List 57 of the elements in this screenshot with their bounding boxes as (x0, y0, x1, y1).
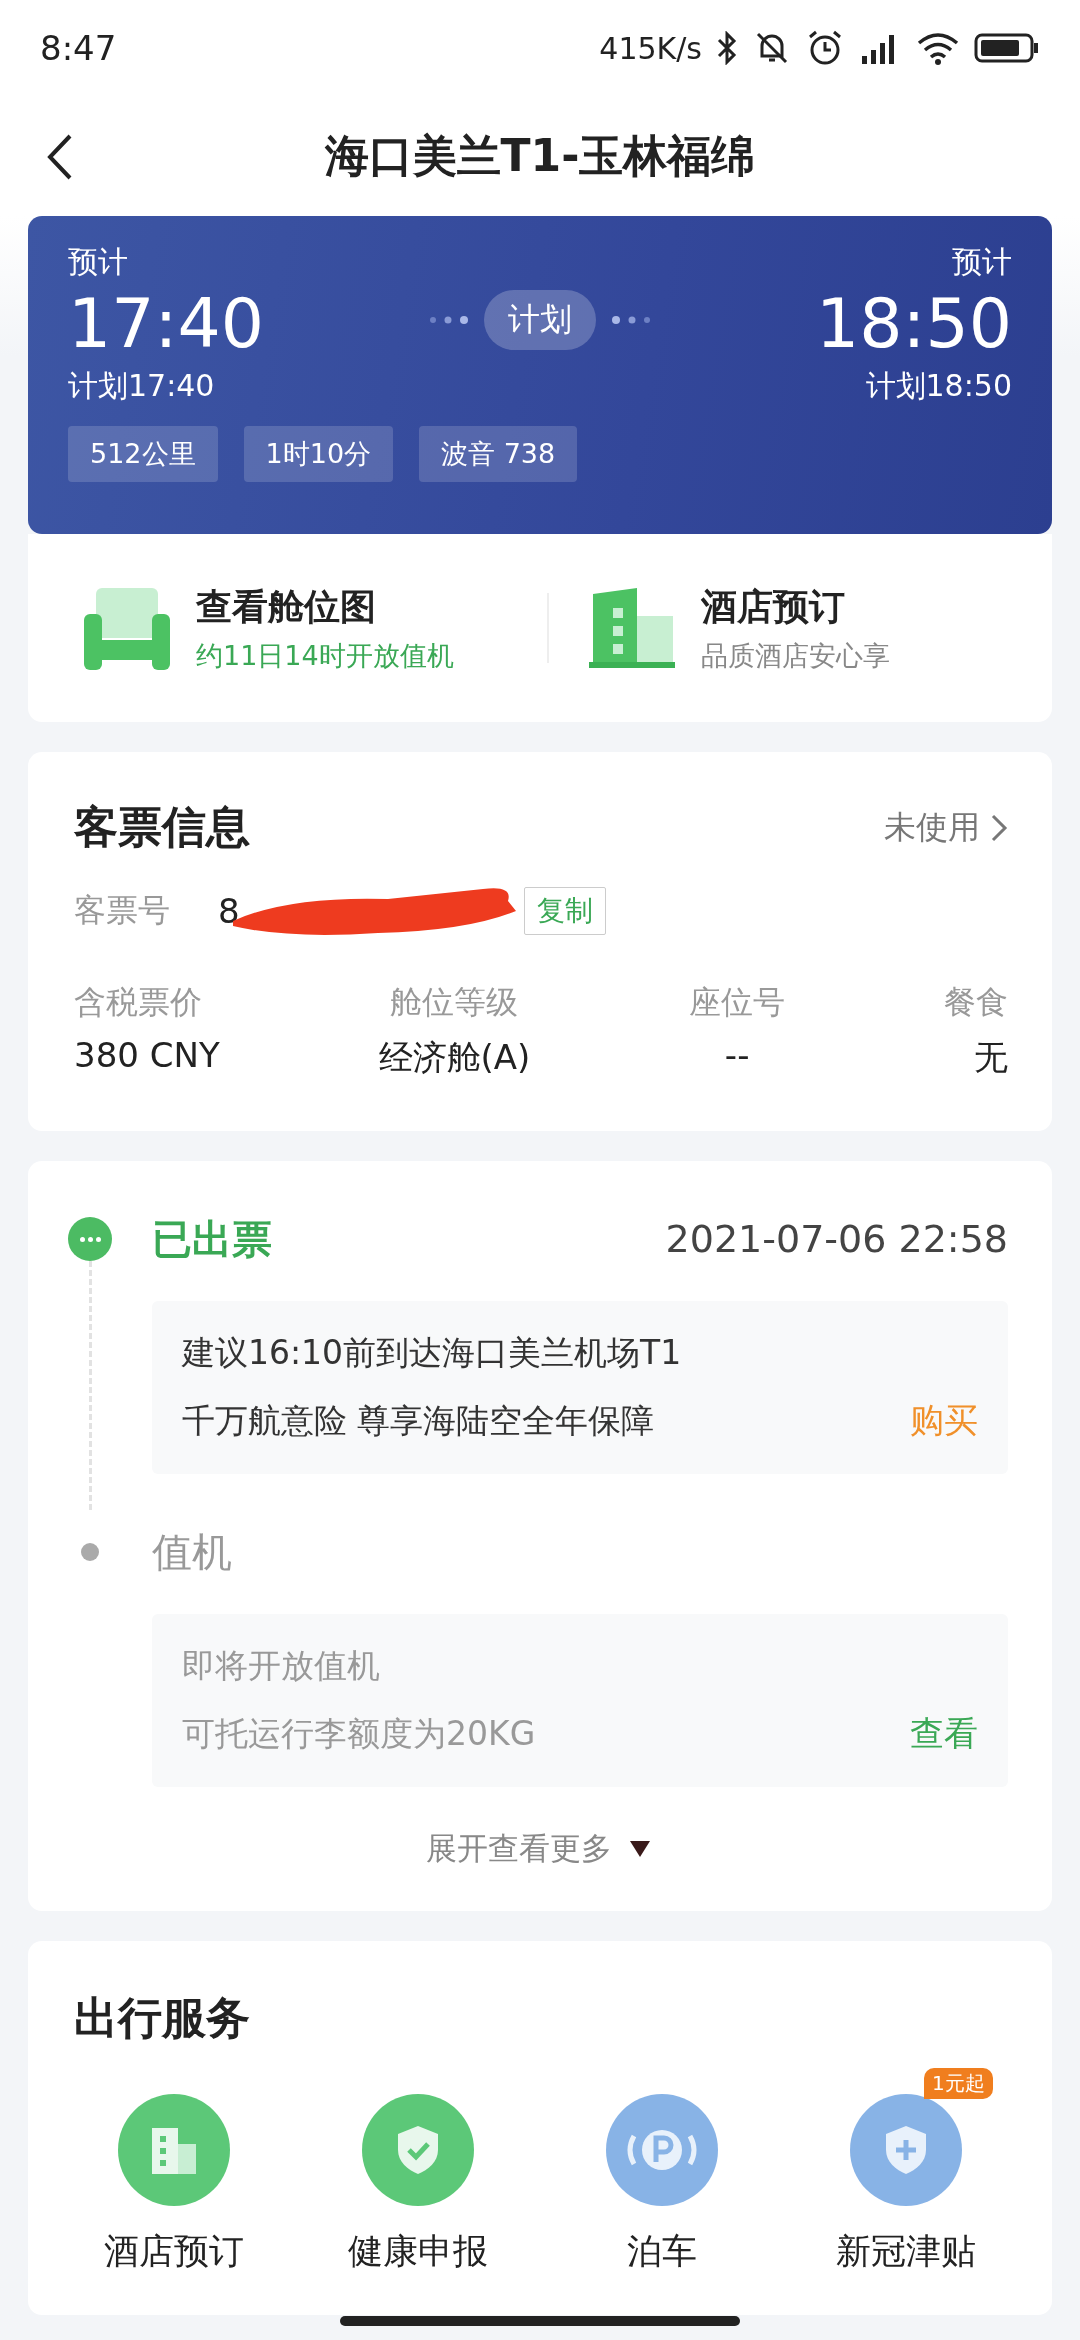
building-icon (589, 586, 675, 670)
section-title: 客票信息 (74, 800, 250, 854)
quick-action-subtitle: 品质酒店安心享 (701, 638, 890, 673)
field-label: 座位号 (689, 982, 786, 1023)
price-badge: 1元起 (924, 2068, 993, 2099)
service-label: 酒店预订 (104, 2230, 244, 2273)
status-time: 8:47 (40, 28, 117, 68)
service-label: 新冠津贴 (836, 2230, 976, 2273)
quick-action-title: 查看舱位图 (196, 584, 377, 629)
field-value: -- (724, 1035, 750, 1075)
arrival-label: 预计 (952, 243, 1012, 281)
field-label: 含税票价 (74, 982, 202, 1023)
step-detail-text: 即将开放值机 (182, 1645, 380, 1687)
step-detail-text: 可托运行李额度为20KG (182, 1712, 536, 1755)
service-item[interactable]: 1元起 新冠津贴 (806, 2068, 1006, 2275)
network-speed: 415K/s (599, 30, 702, 66)
ticket-status-link[interactable]: 未使用 (884, 805, 1008, 850)
service-item[interactable]: 健康申报 (318, 2068, 518, 2275)
chevron-icon (990, 812, 1008, 843)
ticket-number: 8 (218, 891, 240, 931)
quick-action[interactable]: 酒店预订 品质酒店安心享 (549, 582, 1052, 674)
flight-info-tag: 1时10分 (243, 426, 394, 482)
field-value: 经济舱(A) (378, 1036, 531, 1079)
step-time: 2021-07-06 22:58 (665, 1217, 1008, 1261)
field-label: 舱位等级 (390, 982, 519, 1023)
step-title: 已出票 (152, 1214, 272, 1264)
quick-action-title: 酒店预订 (701, 584, 846, 629)
service-item[interactable]: 泊车 (562, 2068, 762, 2275)
planned-departure: 计划17:40 (68, 367, 215, 405)
step-title: 值机 (152, 1527, 232, 1577)
wifi-icon (916, 31, 960, 65)
step-detail-text: 千万航意险 尊享海陆空全年保障 (182, 1399, 655, 1442)
seat-icon (84, 586, 170, 670)
arrival-time: 18:50 (816, 283, 1012, 365)
planned-arrival: 计划18:50 (865, 367, 1012, 405)
field-label: 餐食 (944, 982, 1008, 1023)
page-title: 海口美兰T1-玉林福绵 (324, 128, 756, 183)
caret-icon (630, 1841, 650, 1857)
service-item[interactable]: 酒店预订 (74, 2068, 274, 2275)
step-detail-text: 建议16:10前到达海口美兰机场T1 (182, 1332, 682, 1374)
departure-time: 17:40 (68, 283, 264, 365)
service-label: 健康申报 (348, 2230, 488, 2273)
battery-icon (974, 32, 1040, 64)
flight-status-badge: 计划 (484, 290, 596, 350)
departure-label: 预计 (68, 243, 128, 281)
service-label: 泊车 (627, 2230, 697, 2273)
bluetooth-icon (716, 31, 738, 65)
ticket-number-label: 客票号 (74, 890, 170, 931)
flight-info-tag: 波音 738 (419, 426, 578, 482)
quick-action[interactable]: 查看舱位图 约11日14时开放值机 (28, 582, 547, 674)
alarm-icon (806, 29, 844, 67)
field-value: 无 (974, 1036, 1008, 1079)
section-title: 出行服务 (74, 1992, 250, 2043)
expand-more-button[interactable]: 展开查看更多 (420, 1827, 656, 1871)
quick-action-subtitle: 约11日14时开放值机 (196, 638, 454, 673)
field-value: 380 CNY (74, 1035, 220, 1075)
flight-info-tag: 512公里 (68, 426, 218, 482)
